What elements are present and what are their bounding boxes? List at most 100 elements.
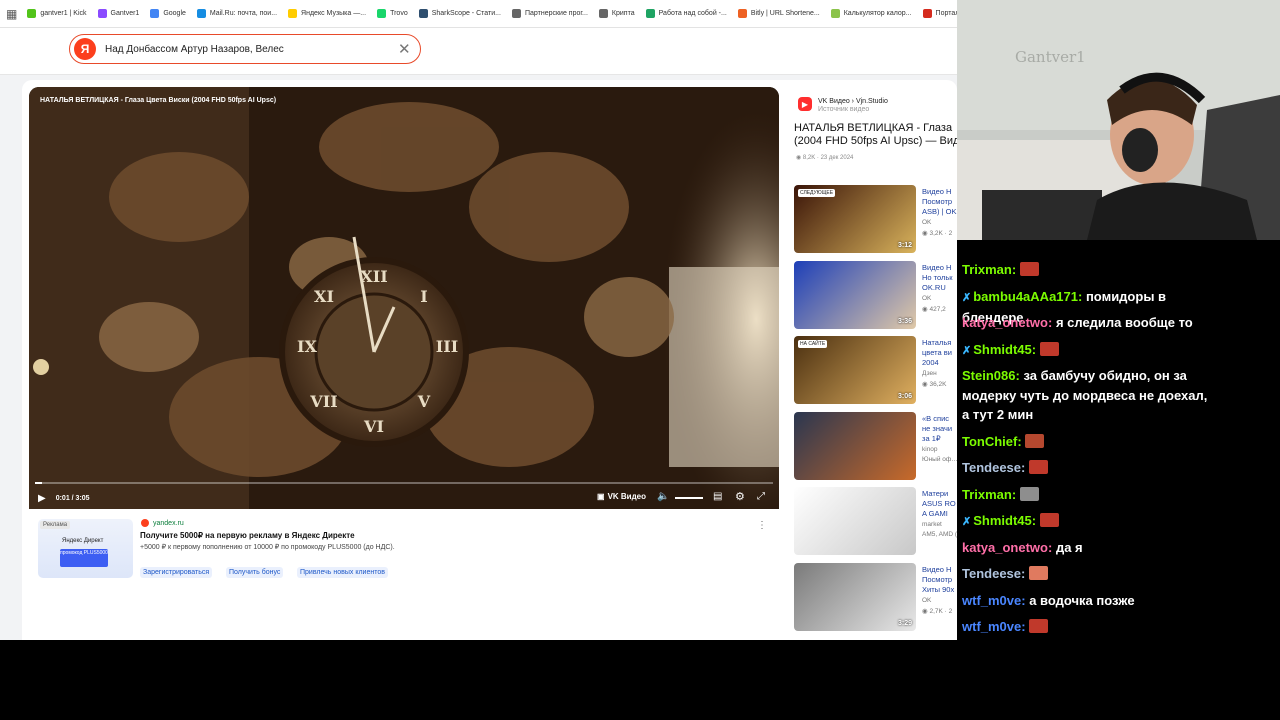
svg-text:XII: XII (360, 267, 387, 286)
bookmark-item[interactable]: gantver1 | Kick (27, 9, 87, 18)
ad-block[interactable]: Реклама Яндекс Директ промокод PLUS5000 … (29, 512, 779, 584)
volume-icon[interactable]: 🔈 (657, 491, 669, 502)
bookmark-item[interactable]: Калькулятор калор... (830, 9, 912, 18)
related-thumbnail[interactable] (794, 487, 916, 555)
webcam-frame: Gantver1 (957, 0, 1280, 240)
bookmark-list: gantver1 | Kick Gantver1 Google Mail.Ru: по… (27, 9, 957, 18)
related-video-card[interactable]: 3:29 Видео Н Посмотр Хиты 90х OK ◉ 2,7K · 2 (794, 563, 957, 631)
attract-clients-button[interactable]: Привлечь новых клиентов (297, 567, 388, 578)
chat-username[interactable]: katya_onetwo: (962, 540, 1052, 555)
register-button[interactable]: Зарегистрироваться (140, 567, 213, 578)
chat-message: Tendeese: (962, 458, 1212, 478)
settings-gear-icon[interactable]: ⚙ (735, 490, 745, 503)
svg-text:VII: VII (309, 392, 337, 411)
related-title-line: Хиты 90х (922, 585, 955, 594)
related-title[interactable]: Наталья цвета ви 2004 (922, 338, 957, 368)
chat-message: TonChief: (962, 432, 1212, 452)
related-title[interactable]: Видео Н Посмотр Хиты 90х (922, 565, 957, 595)
fullscreen-icon[interactable]: ⤢ (757, 491, 765, 502)
chat-message: wtf_m0ve: (962, 617, 1212, 637)
bookmark-item[interactable]: Trovo (377, 9, 408, 18)
chat-username[interactable]: bambu4aAAa171: (973, 289, 1082, 304)
volume-slider[interactable] (675, 497, 703, 499)
bookmark-favicon-icon (288, 9, 298, 18)
subtitles-icon[interactable]: ▤ (713, 491, 722, 502)
chat-message: katya_onetwo: я следила вообще то (962, 313, 1212, 333)
chat-username[interactable]: TonChief: (962, 434, 1022, 449)
clear-search-icon[interactable]: ✕ (398, 40, 414, 58)
related-thumbnail[interactable]: СЛЕДУЮЩЕЕ 3:12 (794, 185, 916, 253)
chat-username[interactable]: Shmidt45: (973, 513, 1036, 528)
chat-emote-icon (1039, 513, 1059, 527)
svg-text:VI: VI (363, 417, 384, 436)
ad-source-label[interactable]: yandex.ru (153, 520, 184, 527)
related-title[interactable]: «В спис не значи за 1₽ (922, 414, 957, 444)
vk-brand-label: VK Видео (607, 492, 647, 501)
related-title-line: Видео Н (922, 187, 952, 196)
bookmark-favicon-icon (97, 9, 107, 18)
sidebar-video-title[interactable]: НАТАЛЬЯ ВЕТЛИЦКАЯ - Глаза (2004 FHD 50fp… (794, 122, 957, 148)
video-time: 0:01 / 3:05 (55, 494, 90, 502)
chat-username[interactable]: Shmidt45: (973, 342, 1036, 357)
bookmark-item[interactable]: Mail.Ru: почта, пои... (196, 9, 277, 18)
vk-video-brand[interactable]: ▣ VK Видео (597, 492, 646, 501)
chat-username[interactable]: Trixman: (962, 262, 1016, 277)
related-video-card[interactable]: НА САЙТЕ 3:06 Наталья цвета ви 2004 Дзен ◉ 36,… (794, 336, 957, 404)
related-title-line: Матери (922, 489, 949, 498)
related-video-card[interactable]: МатериASUS ROA GAMI market AM5, AMD (90MB1… (794, 487, 957, 555)
bookmark-item[interactable]: Работа над собой -... (645, 9, 727, 18)
search-input[interactable]: Я Над Донбассом Артур Назаров, Велес ✕ (69, 34, 421, 64)
bookmark-item[interactable]: Портал государств... (922, 9, 957, 18)
more-options-icon[interactable]: ⋮ (757, 520, 767, 531)
related-video-card[interactable]: 3:36 Видео Н Но тольк OK.RU OK ◉ 427,2 (794, 261, 957, 329)
related-video-card[interactable]: «В списне значиза 1₽ kinop Юный оф… Брестс… (794, 412, 957, 480)
chat-username[interactable]: Tendeese: (962, 460, 1025, 475)
related-video-card[interactable]: СЛЕДУЮЩЕЕ 3:12 Видео Н Посмотр ASB) | OK OK ◉ … (794, 185, 957, 253)
related-thumbnail[interactable] (794, 412, 916, 480)
related-source: Дзен (922, 370, 937, 377)
related-title[interactable]: Видео Н Посмотр ASB) | OK (922, 187, 957, 217)
video-player[interactable]: XII I III V VI VII IX XI НАТАЛЬЯ ВЕТЛИЦК… (29, 87, 779, 509)
bookmark-item[interactable]: Google (150, 9, 186, 18)
bookmark-item[interactable]: Bitly | URL Shortene... (737, 9, 820, 18)
bookmark-item[interactable]: Яндекс Музыка —... (288, 9, 366, 18)
video-progress-bar[interactable] (35, 482, 773, 484)
yandex-logo-icon[interactable]: Я (74, 38, 96, 60)
video-duration: 3:29 (897, 620, 912, 627)
video-frame[interactable]: XII I III V VI VII IX XI (29, 87, 779, 509)
sidebar-title-line2: (2004 FHD 50fps AI Upsc) — Вид (794, 135, 957, 147)
chat-username[interactable]: Stein086: (962, 368, 1020, 383)
chat-username[interactable]: katya_onetwo: (962, 315, 1052, 330)
play-icon[interactable]: ▶ (38, 493, 46, 504)
get-bonus-button[interactable]: Получить бонус (226, 567, 284, 578)
stream-chat: Trixman: ✗ bambu4aAAa171: помидоры в блен… (957, 240, 1280, 720)
bookmark-item[interactable]: SharkScope - Стати... (418, 9, 501, 18)
search-query[interactable]: Над Донбассом Артур Назаров, Велес (105, 44, 398, 55)
ad-title[interactable]: Получите 5000₽ на первую рекламу в Яндек… (140, 531, 355, 540)
related-title-line: Наталья (922, 338, 952, 347)
related-title-line: не значи (922, 424, 953, 433)
related-thumbnail[interactable]: НА САЙТЕ 3:06 (794, 336, 916, 404)
source-name[interactable]: VK Видео › Vjn.Studio (818, 97, 888, 106)
bookmark-item[interactable]: Крипта (598, 9, 635, 18)
ad-image[interactable]: Реклама Яндекс Директ промокод PLUS5000 (38, 519, 133, 578)
related-title[interactable]: Матери ASUS RO A GAMI (922, 489, 957, 519)
related-title-line: Видео Н (922, 565, 952, 574)
ad-source[interactable]: yandex.ru (141, 519, 184, 527)
video-source[interactable]: ▶ VK Видео › Vjn.Studio Источник видео (798, 97, 888, 113)
bookmark-favicon-icon (27, 9, 37, 18)
moderator-sword-icon: ✗ (962, 516, 972, 528)
related-title[interactable]: Видео Н Но тольк OK.RU (922, 263, 957, 293)
chat-username[interactable]: wtf_m0ve: (962, 593, 1026, 608)
bookmark-favicon-icon (598, 9, 608, 18)
chat-message: wtf_m0ve: а водочка позже (962, 591, 1212, 611)
bookmark-item[interactable]: Партнерские прог... (511, 9, 588, 18)
related-thumbnail[interactable]: 3:36 (794, 261, 916, 329)
apps-grid-icon[interactable]: ▦ (6, 7, 17, 21)
related-thumbnail[interactable]: 3:29 (794, 563, 916, 631)
bookmark-item[interactable]: Gantver1 (97, 9, 139, 18)
chat-username[interactable]: Tendeese: (962, 566, 1025, 581)
chat-username[interactable]: Trixman: (962, 487, 1016, 502)
chat-username[interactable]: wtf_m0ve: (962, 619, 1026, 634)
bookmark-label: Калькулятор калор... (843, 10, 912, 17)
